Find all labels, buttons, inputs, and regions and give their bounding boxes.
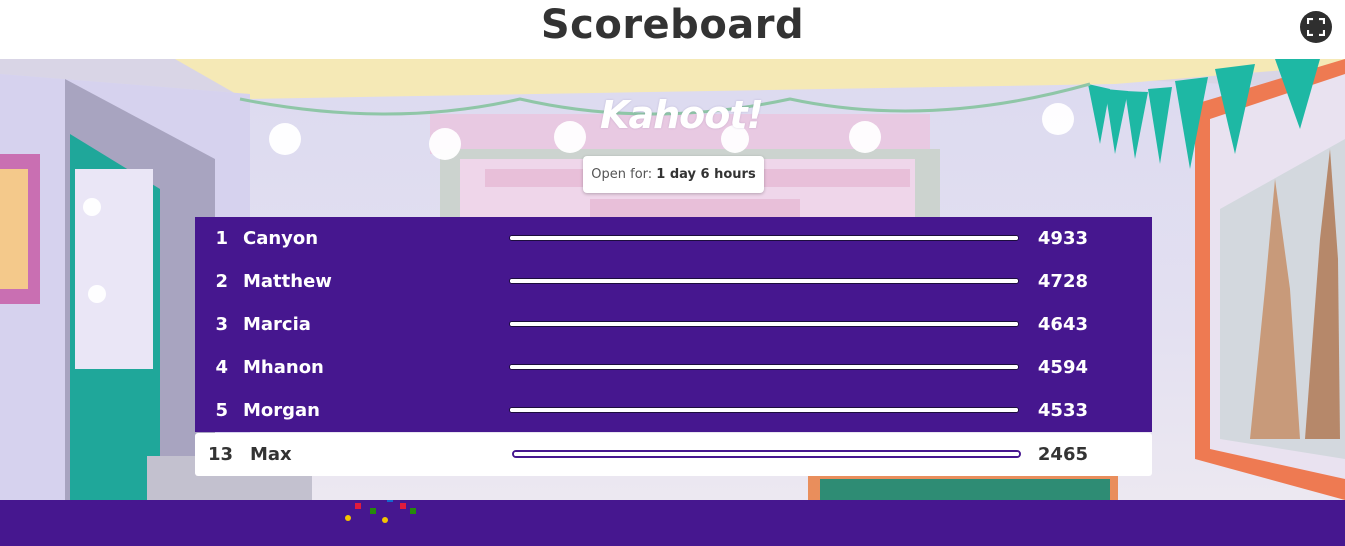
player-name: Max (250, 444, 292, 465)
score: 4933 (1037, 228, 1088, 249)
score-bar-fill (510, 279, 1018, 283)
header-bar: Scoreboard (0, 0, 1345, 59)
player-name: Canyon (243, 228, 319, 249)
confetti-icon (345, 500, 416, 523)
current-player-row: 13 Max 2465 (195, 433, 1152, 476)
open-duration-badge: Open for: 1 day 6 hours (583, 156, 764, 193)
footer-bar (0, 500, 1345, 546)
score: 4643 (1037, 314, 1088, 335)
player-name: Mhanon (243, 357, 324, 378)
leaderboard-row: 1 Canyon 4933 (195, 217, 1152, 260)
score-bar (509, 407, 1019, 413)
rank: 4 (215, 357, 228, 378)
fullscreen-button[interactable] (1300, 11, 1332, 43)
score-bar-fill (514, 452, 1019, 456)
rank: 1 (215, 228, 228, 249)
score: 4728 (1037, 271, 1088, 292)
score-bar-fill (510, 236, 1018, 240)
leaderboard-row: 4 Mhanon 4594 (195, 346, 1152, 389)
rank: 2 (215, 271, 228, 292)
leaderboard-row: 3 Marcia 4643 (195, 303, 1152, 346)
leaderboard-row: 5 Morgan 4533 (195, 389, 1152, 432)
kahoot-logo: Kahoot! (600, 93, 764, 137)
player-name: Morgan (243, 400, 321, 421)
score: 2465 (1037, 444, 1088, 465)
score: 4533 (1037, 400, 1088, 421)
fullscreen-icon (1307, 18, 1325, 36)
open-value: 1 day 6 hours (656, 167, 756, 182)
score: 4594 (1037, 357, 1088, 378)
player-name: Matthew (243, 271, 332, 292)
leaderboard-row: 2 Matthew 4728 (195, 260, 1152, 303)
score-bar-fill (510, 408, 1018, 412)
leaderboard: 1 Canyon 4933 2 Matthew 4728 3 Marcia 46… (195, 217, 1152, 476)
score-bar (509, 235, 1019, 241)
score-bar (509, 278, 1019, 284)
score-bar-fill (510, 365, 1018, 369)
open-label: Open for: (591, 167, 653, 182)
score-bar (512, 450, 1021, 458)
rank: 5 (215, 400, 228, 421)
score-bar (509, 364, 1019, 370)
rank: 3 (215, 314, 228, 335)
page-title: Scoreboard (540, 2, 805, 48)
score-bar (509, 321, 1019, 327)
score-bar-fill (510, 322, 1018, 326)
rank: 13 (207, 444, 233, 465)
player-name: Marcia (243, 314, 311, 335)
